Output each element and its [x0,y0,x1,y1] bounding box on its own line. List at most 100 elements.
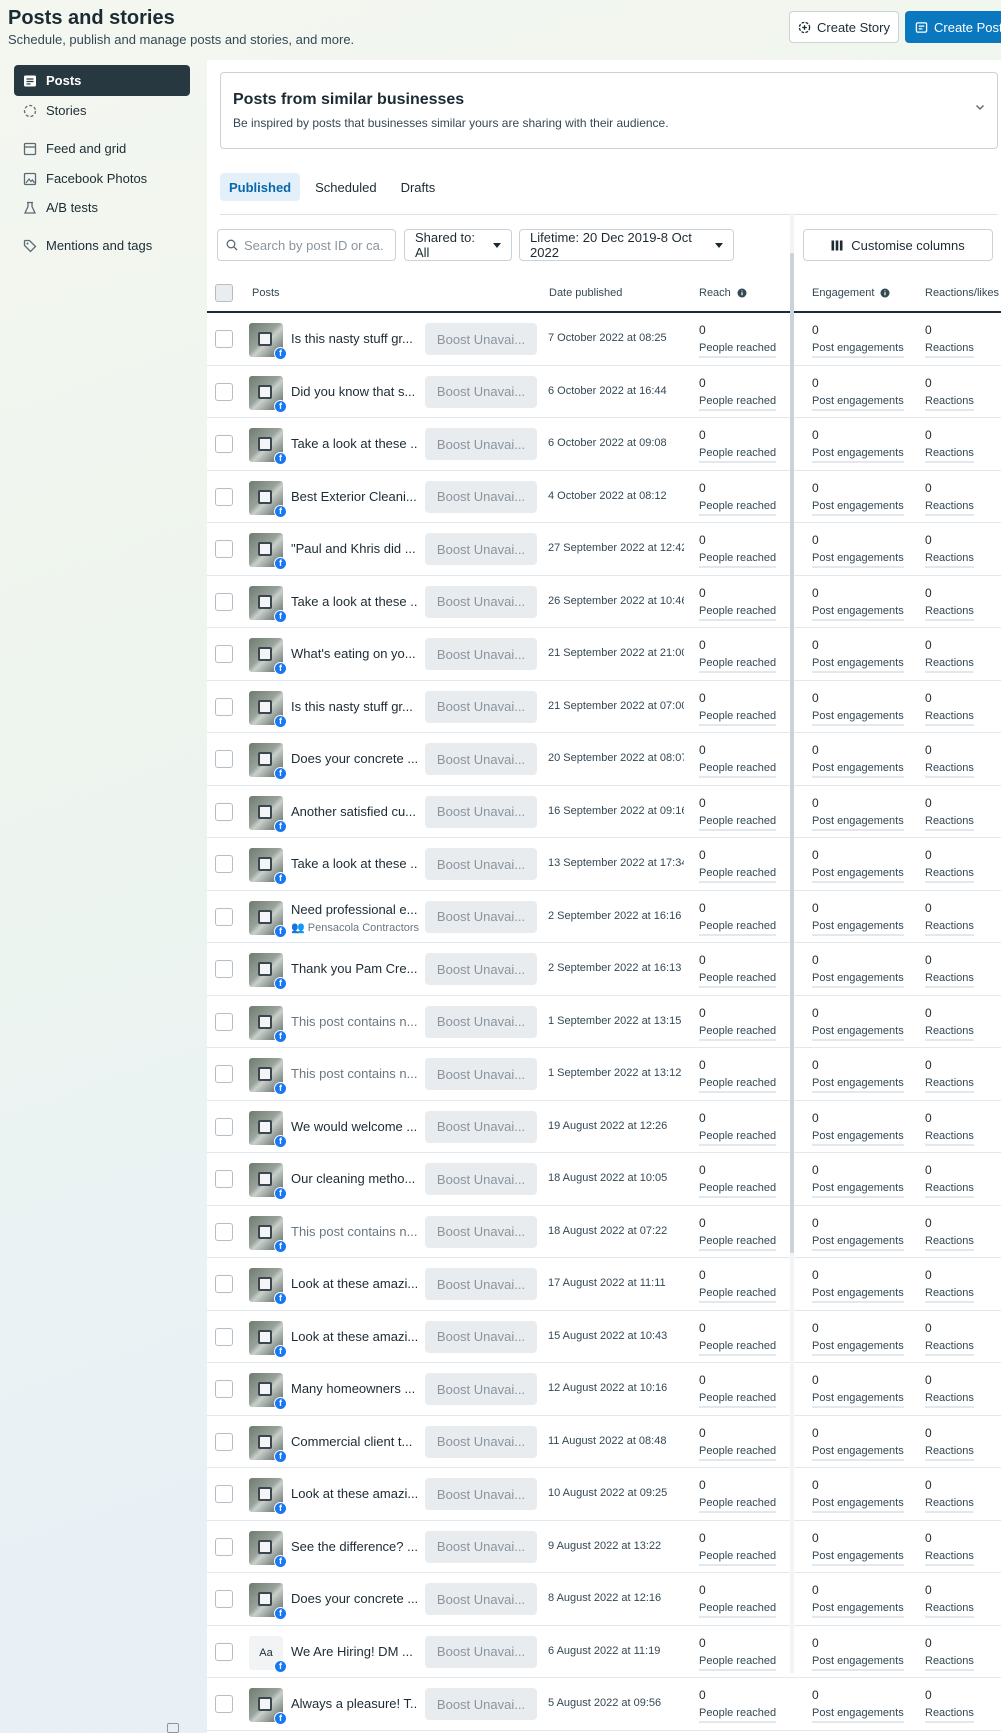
post-text[interactable]: This post contains n... [291,1014,417,1029]
post-text[interactable]: Is this nasty stuff gr... [291,699,417,714]
boost-button[interactable]: Boost Unavai... [425,585,537,618]
row-checkbox[interactable] [215,750,233,768]
table-row[interactable]: f See the difference? ... Boost Unavai..… [207,1521,1001,1573]
boost-button[interactable]: Boost Unavai... [425,1530,537,1563]
post-thumbnail[interactable]: f [249,900,287,938]
table-row[interactable]: f Best Exterior Cleani... Boost Unavai..… [207,471,1001,523]
post-text[interactable]: Does your concrete ... [291,751,417,766]
post-text[interactable]: Look at these amazi... [291,1486,417,1501]
row-checkbox[interactable] [215,1537,233,1556]
header-engagement[interactable]: Engagement [812,287,890,299]
table-row[interactable]: f Another satisfied cu... Boost Unavai..… [207,786,1001,838]
row-checkbox[interactable] [215,645,233,663]
boost-button[interactable]: Boost Unavai... [425,1110,537,1143]
table-row[interactable]: f Look at these amazi... Boost Unavai...… [207,1258,1001,1311]
post-text[interactable]: Commercial client t... [291,1434,417,1449]
post-thumbnail[interactable]: f [249,690,287,728]
lifetime-dropdown[interactable]: Lifetime: 20 Dec 2019-8 Oct 2022 [519,229,734,261]
scrollbar-thumb[interactable] [790,253,794,1253]
post-thumbnail[interactable]: f [249,533,287,570]
post-text[interactable]: Our cleaning metho... [291,1171,417,1186]
post-thumbnail[interactable]: f [249,1425,287,1463]
post-thumbnail[interactable]: f [249,1478,287,1515]
table-row[interactable]: f Our cleaning metho... Boost Unavai... … [207,1153,1001,1206]
post-text[interactable]: Many homeowners ... [291,1381,417,1396]
row-checkbox[interactable] [215,1222,233,1241]
boost-button[interactable]: Boost Unavai... [425,743,537,775]
post-text[interactable]: Another satisfied cu... [291,804,417,819]
post-text[interactable]: This post contains n... [291,1224,417,1239]
boost-button[interactable]: Boost Unavai... [425,1478,537,1510]
header-reach[interactable]: Reach [699,287,747,299]
post-thumbnail[interactable]: f [249,1163,287,1200]
boost-button[interactable]: Boost Unavai... [425,1425,537,1458]
row-checkbox[interactable] [215,487,233,506]
table-row[interactable]: f Thank you Pam Cre... Boost Unavai... 2… [207,943,1001,996]
table-row[interactable]: f Always a pleasure! T... Boost Unavai..… [207,1678,1001,1731]
boost-button[interactable]: Boost Unavai... [425,900,537,933]
post-text[interactable]: Look at these amazi... [291,1276,417,1291]
boost-button[interactable]: Boost Unavai... [425,428,537,460]
post-text[interactable]: Did you know that s... [291,384,417,399]
post-thumbnail[interactable]: f [249,323,287,360]
table-row[interactable]: f Is this nasty stuff gr... Boost Unavai… [207,313,1001,366]
post-text[interactable]: We would welcome ... [291,1119,417,1134]
boost-button[interactable]: Boost Unavai... [425,1215,537,1248]
table-row[interactable]: f Is this nasty stuff gr... Boost Unavai… [207,681,1001,733]
table-row[interactable]: f Look at these amazi... Boost Unavai...… [207,1311,1001,1363]
post-thumbnail[interactable]: f [249,1110,287,1148]
row-checkbox[interactable] [215,1695,233,1713]
post-text[interactable]: Is this nasty stuff gr... [291,331,417,346]
post-thumbnail[interactable]: Aa f [249,1635,287,1673]
post-thumbnail[interactable]: f [249,1373,287,1410]
table-row[interactable]: f Need professional e... 👥 Pensacola Con… [207,891,1001,943]
row-checkbox[interactable] [215,1327,233,1346]
boost-button[interactable]: Boost Unavai... [425,953,537,985]
row-checkbox[interactable] [215,1590,233,1608]
post-thumbnail[interactable]: f [249,375,287,413]
post-text[interactable]: Take a look at these ... [291,594,417,609]
row-checkbox[interactable] [215,960,233,978]
boost-button[interactable]: Boost Unavai... [425,375,537,408]
panel-toggle-icon[interactable] [167,1723,179,1733]
select-all-checkbox[interactable] [215,284,233,302]
table-row[interactable]: Aa f We Are Hiring! DM ... Boost Unavai.… [207,1626,1001,1678]
tab-drafts[interactable]: Drafts [392,173,445,201]
boost-button[interactable]: Boost Unavai... [425,795,537,828]
boost-button[interactable]: Boost Unavai... [425,1583,537,1615]
row-checkbox[interactable] [215,855,233,873]
post-text[interactable]: Always a pleasure! T... [291,1696,417,1711]
table-row[interactable]: f Take a look at these ... Boost Unavai.… [207,576,1001,628]
row-checkbox[interactable] [215,1170,233,1188]
boost-button[interactable]: Boost Unavai... [425,323,537,355]
boost-button[interactable]: Boost Unavai... [425,1373,537,1405]
post-thumbnail[interactable]: f [249,428,287,465]
row-checkbox[interactable] [215,592,233,611]
post-thumbnail[interactable]: f [249,1215,287,1253]
boost-button[interactable]: Boost Unavai... [425,848,537,880]
shared-to-dropdown[interactable]: Shared to: All [404,229,512,261]
row-checkbox[interactable] [215,1485,233,1503]
boost-button[interactable]: Boost Unavai... [425,1635,537,1668]
post-text[interactable]: What's eating on yo... [291,646,417,661]
table-row[interactable]: f Does your concrete ... Boost Unavai...… [207,1573,1001,1626]
table-row[interactable]: f "Paul and Khris did ... Boost Unavai..… [207,523,1001,576]
post-thumbnail[interactable]: f [249,953,287,990]
header-reactions[interactable]: Reactions/likes [925,287,1001,299]
post-text[interactable]: We Are Hiring! DM ... [291,1644,417,1659]
table-row[interactable]: f Did you know that s... Boost Unavai...… [207,366,1001,418]
post-text[interactable]: "Paul and Khris did ... [291,541,417,556]
boost-button[interactable]: Boost Unavai... [425,1005,537,1038]
header-posts[interactable]: Posts [252,287,280,299]
info-icon[interactable] [737,288,747,298]
post-thumbnail[interactable]: f [249,638,287,675]
search-input[interactable] [244,237,384,253]
post-text[interactable]: Take a look at these ... [291,856,417,871]
create-story-button[interactable]: Create Story [789,11,899,43]
table-row[interactable]: f Does your concrete ... Boost Unavai...… [207,733,1001,786]
row-checkbox[interactable] [215,1117,233,1136]
boost-button[interactable]: Boost Unavai... [425,480,537,513]
table-row[interactable]: f What's eating on yo... Boost Unavai...… [207,628,1001,681]
boost-button[interactable]: Boost Unavai... [425,1268,537,1300]
table-row[interactable]: f Take a look at these ... Boost Unavai.… [207,418,1001,471]
